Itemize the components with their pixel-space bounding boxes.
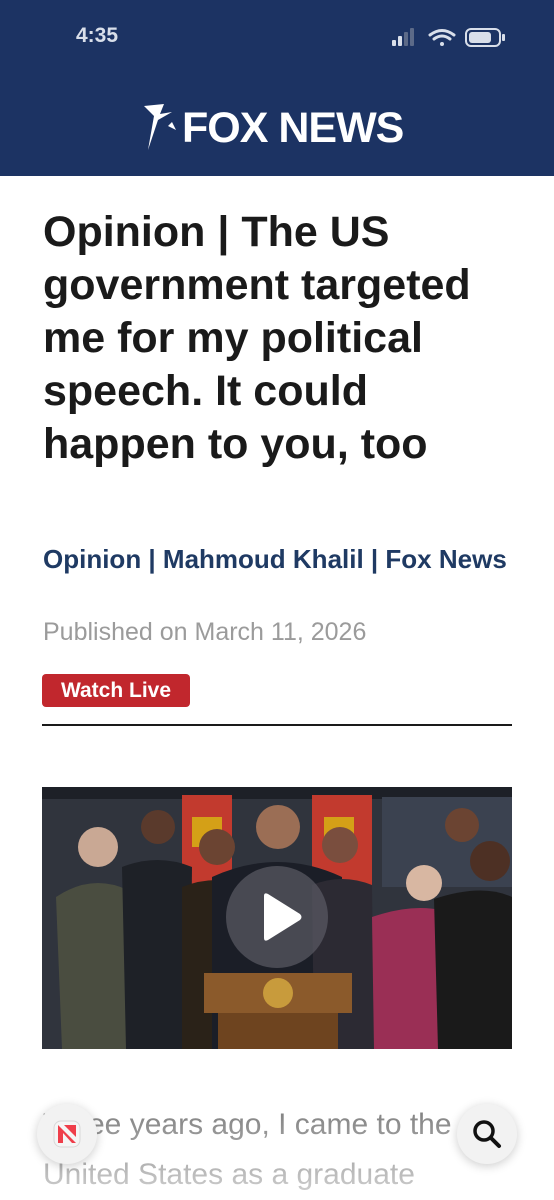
apple-news-button[interactable] [37,1104,97,1164]
battery-icon [465,28,505,47]
watch-live-button[interactable]: Watch Live [42,674,190,707]
article-body-preview: Three years ago, I came to the United St… [43,1108,452,1191]
site-header: 4:35 FOX NEWS [0,0,554,176]
fox-news-logo[interactable]: FOX NEWS [138,100,404,156]
article-byline[interactable]: Opinion | Mahmoud Khalil | Fox News [43,541,513,577]
play-button[interactable] [226,866,328,968]
apple-news-icon [53,1120,81,1148]
search-icon [473,1120,501,1148]
play-icon [264,893,302,941]
wifi-icon [428,29,456,46]
fox-logo-mark-icon [144,104,176,150]
cellular-signal-icon [392,28,414,46]
article-title: Opinion | The US government targeted me … [43,208,471,468]
status-icons [392,28,505,47]
status-time: 4:35 [76,24,119,47]
published-date: Published on March 11, 2026 [43,618,367,646]
search-button[interactable] [457,1104,517,1164]
logo-text: FOX NEWS [182,103,404,152]
divider [42,724,512,726]
